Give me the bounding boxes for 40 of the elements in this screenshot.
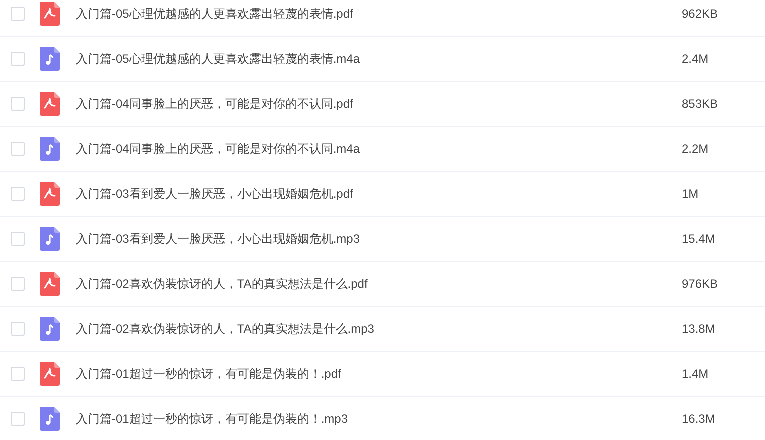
checkbox[interactable]	[11, 367, 25, 381]
file-name[interactable]: 入门篇-02喜欢伪装惊讶的人，TA的真实想法是什么.mp3	[76, 320, 666, 338]
file-size: 962KB	[682, 6, 718, 23]
music-file-icon	[40, 317, 60, 341]
file-size: 2.4M	[682, 51, 709, 68]
file-name[interactable]: 入门篇-04同事脸上的厌恶，可能是对你的不认同.m4a	[76, 140, 666, 158]
file-size: 16.3M	[682, 411, 716, 428]
file-name[interactable]: 入门篇-03看到爱人一脸厌恶，小心出现婚姻危机.mp3	[76, 230, 666, 248]
checkbox[interactable]	[11, 142, 25, 156]
music-file-icon	[40, 47, 60, 71]
pdf-file-icon	[40, 182, 60, 206]
pdf-file-icon	[40, 92, 60, 116]
file-size: 13.8M	[682, 321, 716, 338]
music-file-icon	[40, 227, 60, 251]
pdf-file-icon	[40, 362, 60, 386]
checkbox[interactable]	[11, 322, 25, 336]
file-name[interactable]: 入门篇-04同事脸上的厌恶，可能是对你的不认同.pdf	[76, 95, 666, 113]
file-name[interactable]: 入门篇-03看到爱人一脸厌恶，小心出现婚姻危机.pdf	[76, 185, 666, 203]
file-name[interactable]: 入门篇-02喜欢伪装惊讶的人，TA的真实想法是什么.pdf	[76, 275, 666, 293]
checkbox[interactable]	[11, 7, 25, 21]
checkbox[interactable]	[11, 187, 25, 201]
file-size: 2.2M	[682, 141, 709, 158]
pdf-file-icon	[40, 2, 60, 26]
file-name[interactable]: 入门篇-01超过一秒的惊讶，有可能是伪装的！.pdf	[76, 365, 666, 383]
checkbox[interactable]	[11, 232, 25, 246]
checkbox[interactable]	[11, 277, 25, 291]
pdf-file-icon	[40, 272, 60, 296]
checkbox[interactable]	[11, 52, 25, 66]
file-name[interactable]: 入门篇-05心理优越感的人更喜欢露出轻蔑的表情.pdf	[76, 5, 666, 23]
file-name[interactable]: 入门篇-01超过一秒的惊讶，有可能是伪装的！.mp3	[76, 410, 666, 428]
checkbox[interactable]	[11, 97, 25, 111]
file-size: 853KB	[682, 96, 718, 113]
file-size: 1M	[682, 186, 699, 203]
music-file-icon	[40, 407, 60, 431]
file-size: 976KB	[682, 276, 718, 293]
music-file-icon	[40, 137, 60, 161]
file-name[interactable]: 入门篇-05心理优越感的人更喜欢露出轻蔑的表情.m4a	[76, 50, 666, 68]
file-size: 1.4M	[682, 366, 709, 383]
file-size: 15.4M	[682, 231, 716, 248]
checkbox[interactable]	[11, 412, 25, 426]
